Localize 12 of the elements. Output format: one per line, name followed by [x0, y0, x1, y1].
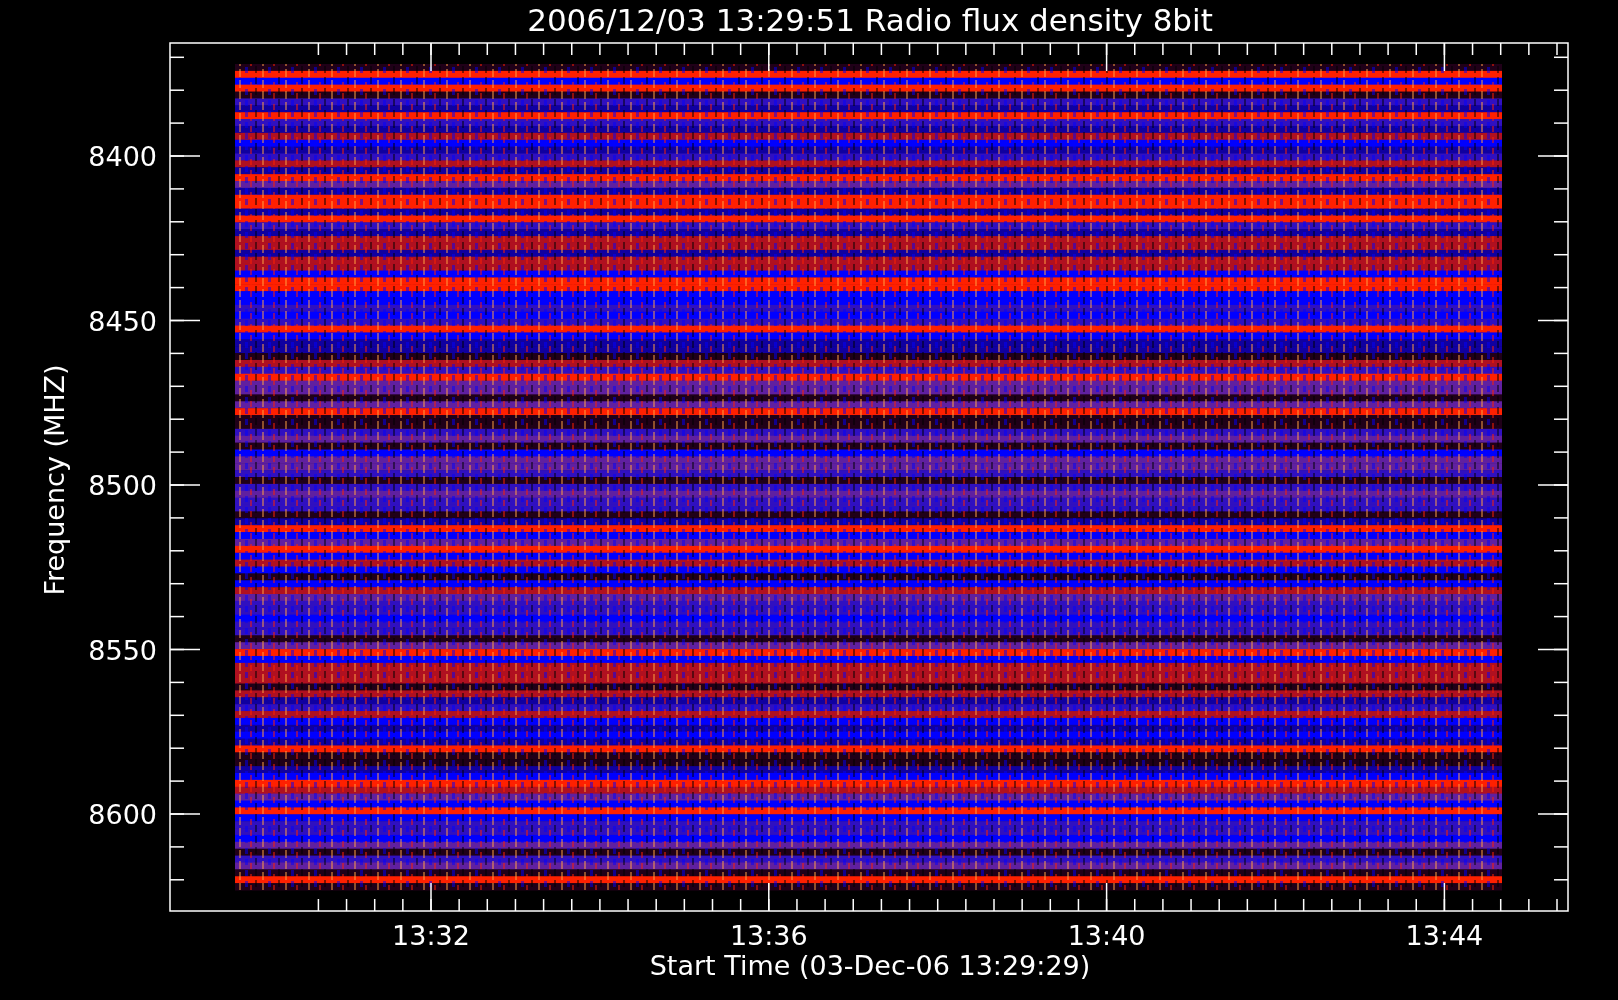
y-tick-label: 8600 — [88, 799, 157, 830]
y-axis-label: Frequency (MHZ) — [39, 364, 70, 596]
y-tick-label: 8400 — [88, 141, 157, 172]
x-tick-label: 13:36 — [729, 920, 808, 951]
y-tick-label: 8450 — [88, 305, 157, 337]
x-axis-label: Start Time (03-Dec-06 13:29:29) — [649, 950, 1091, 981]
chart-title: 2006/12/03 13:29:51 Radio flux density 8bit — [527, 2, 1213, 38]
x-tick-label: 13:40 — [1067, 920, 1146, 951]
x-tick-label: 13:32 — [392, 920, 470, 951]
x-tick-label: 13:44 — [1405, 920, 1484, 951]
y-tick-label: 8550 — [88, 634, 157, 666]
y-tick-label: 8500 — [88, 470, 157, 501]
